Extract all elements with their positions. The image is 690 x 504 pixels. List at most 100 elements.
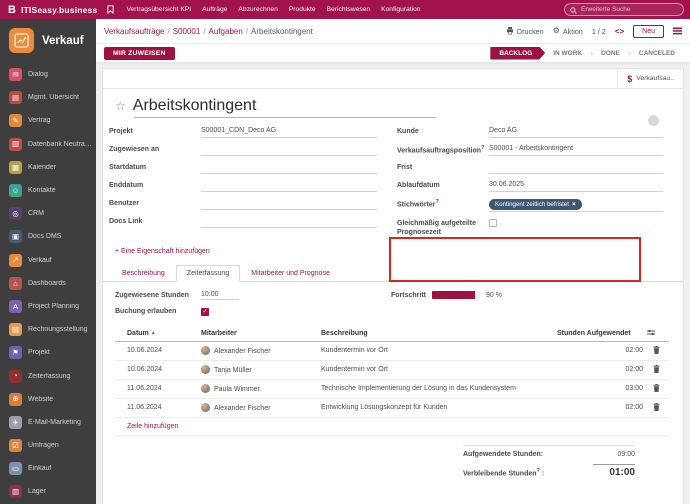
column-header-employee[interactable]: Mitarbeiter	[201, 326, 321, 342]
delete-row-button[interactable]	[647, 379, 669, 398]
stage-canceled[interactable]: CANCELED	[632, 50, 682, 57]
tag-pill[interactable]: Kontingent zeitlich befristet×	[489, 199, 582, 210]
timesheet-row[interactable]: 11.06.2024 Alexander Fischer Entwicklung…	[115, 398, 669, 417]
delete-row-button[interactable]	[647, 398, 669, 417]
tag-remove-icon[interactable]: ×	[572, 201, 576, 209]
cell-description[interactable]: Entwicklung Lösungskonzept für Kunden	[321, 398, 557, 417]
cell-employee[interactable]: Paula Wimmer	[201, 379, 321, 398]
cell-description[interactable]: Kundentermin vor Ort	[321, 360, 557, 379]
favorite-star-icon[interactable]: ☆	[115, 100, 126, 112]
field-input[interactable]	[201, 217, 377, 228]
timesheet-row[interactable]: 10.06.2024 Tanja Müller Kundentermin vor…	[115, 360, 669, 379]
cell-employee[interactable]: Alexander Fischer	[201, 341, 321, 360]
cell-date[interactable]: 11.06.2024	[115, 398, 201, 417]
sidebar-item-kontakte[interactable]: ☺ Kontakte	[0, 179, 96, 202]
sidebar-item-e-mail-marketing[interactable]: ✈ E-Mail-Marketing	[0, 411, 96, 434]
sidebar-item-datenbank-neutralisie[interactable]: ▥ Datenbank Neutralisie...	[0, 133, 96, 156]
cell-hours[interactable]: 03:00	[557, 379, 647, 398]
column-header-description[interactable]: Beschreibung	[321, 326, 557, 342]
add-property-link[interactable]: + Eine Eigenschaft hinzufügen	[103, 244, 683, 262]
field-value: S00001_CDN_Deco AG	[201, 127, 276, 134]
tab-zeiterfassung[interactable]: Zeiterfassung	[176, 265, 240, 282]
timesheet-row[interactable]: 11.06.2024 Paula Wimmer Technische Imple…	[115, 379, 669, 398]
cell-employee[interactable]: Tanja Müller	[201, 360, 321, 379]
delete-row-button[interactable]	[647, 341, 669, 360]
task-title[interactable]: Arbeitskontingent	[133, 97, 257, 115]
sale-order-smart-button[interactable]: $ Verkaufsau..	[617, 69, 683, 88]
sidebar-item-project-planning[interactable]: A Project Planning	[0, 295, 96, 318]
cell-date[interactable]: 11.06.2024	[115, 379, 201, 398]
breadcrumb-link-order[interactable]: S00001	[173, 27, 201, 36]
global-search[interactable]	[564, 3, 684, 16]
allocated-hours-input[interactable]: 10:00	[201, 291, 239, 300]
column-header-hours[interactable]: Stunden Aufgewendet	[557, 326, 647, 342]
sidebar-item-crm[interactable]: ◎ CRM	[0, 202, 96, 225]
cell-description[interactable]: Kundentermin vor Ort	[321, 341, 557, 360]
menu-konfiguration[interactable]: Konfiguration	[381, 6, 420, 13]
menu-toggle-icon[interactable]	[673, 22, 682, 40]
sidebar-item-verkauf[interactable]: ↗ Verkauf	[0, 249, 96, 272]
field-input[interactable]: S00001_CDN_Deco AG	[201, 127, 377, 138]
field-input[interactable]: Deco AG	[489, 127, 663, 138]
stage-done[interactable]: DONE	[594, 50, 627, 57]
stage-in-work[interactable]: IN WORK	[546, 50, 589, 57]
timesheet-row[interactable]: 10.06.2024 Alexander Fischer Kundentermi…	[115, 341, 669, 360]
checkbox[interactable]	[489, 219, 497, 227]
tab-beschreibung[interactable]: Beschreibung	[111, 265, 176, 282]
field-input[interactable]	[489, 163, 663, 174]
delete-row-button[interactable]	[647, 360, 669, 379]
field-input[interactable]: Kontingent zeitlich befristet×	[489, 199, 663, 212]
progress-bar	[432, 291, 480, 299]
column-header-date[interactable]: Datum▲	[115, 326, 201, 342]
cell-description[interactable]: Technische Implementierung der Lösung in…	[321, 379, 557, 398]
cell-employee[interactable]: Alexander Fischer	[201, 398, 321, 417]
field-input[interactable]	[201, 199, 377, 210]
cell-hours[interactable]: 02:00	[557, 360, 647, 379]
sidebar-item-einkauf[interactable]: ▭ Einkauf	[0, 457, 96, 480]
sidebar-item-zeiterfassung[interactable]: ◔ Zeiterfassung	[0, 364, 96, 387]
sidebar-item-dialog[interactable]: ✉ Dialog	[0, 63, 96, 86]
assign-to-me-button[interactable]: MIR ZUWEISEN	[104, 47, 175, 60]
sidebar-item-umfragen[interactable]: ☑ Umfragen	[0, 434, 96, 457]
menu-berichtswesen[interactable]: Berichtswesen	[327, 6, 371, 13]
field-input[interactable]	[201, 145, 377, 156]
sidebar-item-projekt[interactable]: ⚑ Projekt	[0, 341, 96, 364]
bookmark-icon[interactable]	[107, 5, 114, 14]
cell-date[interactable]: 10.06.2024	[115, 360, 201, 379]
allow-booking-checkbox[interactable]: ✓	[201, 308, 209, 316]
field-input[interactable]: S00001 - Arbeitskontingent	[489, 145, 663, 156]
stage-backlog[interactable]: BACKLOG	[490, 47, 545, 60]
field-input[interactable]: 30.06.2025	[489, 181, 663, 192]
field-label: Startdatum?	[109, 163, 201, 172]
cell-hours[interactable]: 02:00	[557, 398, 647, 417]
menu-abzurechnen[interactable]: Abzurechnen	[238, 6, 277, 13]
field-input[interactable]	[489, 219, 663, 230]
sidebar-item-lager[interactable]: ▥ Lager	[0, 480, 96, 503]
field-input[interactable]	[201, 181, 377, 192]
sidebar-item-kalender[interactable]: ▦ Kalender	[0, 156, 96, 179]
cell-hours[interactable]: 02:00	[557, 341, 647, 360]
sidebar-item-vertrag[interactable]: ✎ Vertrag	[0, 109, 96, 132]
pager-next-icon[interactable]: >	[619, 27, 624, 36]
new-button[interactable]: Neu	[633, 25, 664, 38]
sidebar-item-mgmt-bersicht[interactable]: ▤ Mgmt. Übersicht	[0, 86, 96, 109]
print-button[interactable]: Drucken	[506, 27, 544, 36]
topbar-menu: Vertragsübersicht KPI Aufträge Abzurechnen…	[126, 6, 420, 13]
field-input[interactable]	[201, 163, 377, 174]
menu-vertrags-bersicht-kpi[interactable]: Vertragsübersicht KPI	[126, 6, 191, 13]
add-line-link[interactable]: Zeile hinzufügen	[115, 418, 669, 436]
sidebar-app-header[interactable]: Verkauf	[0, 19, 96, 55]
cell-date[interactable]: 10.06.2024	[115, 341, 201, 360]
sidebar-item-docs-dms[interactable]: ▣ Docs DMS	[0, 225, 96, 248]
sidebar-item-website[interactable]: ⊕ Website	[0, 388, 96, 411]
optional-columns-icon[interactable]	[647, 326, 669, 342]
sidebar-item-dashboards[interactable]: ⌂ Dashboards	[0, 272, 96, 295]
menu-auftr-ge[interactable]: Aufträge	[202, 6, 227, 13]
breadcrumb-link-sale-orders[interactable]: Verkaufsaufträge	[104, 27, 164, 36]
search-input[interactable]	[581, 6, 678, 13]
sidebar-item-rechnungsstellung[interactable]: ▤ Rechnungsstellung	[0, 318, 96, 341]
action-menu-button[interactable]: ⚙ Aktion	[553, 27, 583, 36]
breadcrumb-link-tasks[interactable]: Aufgaben	[209, 27, 243, 36]
tab-mitarbeiter-und-prognose[interactable]: Mitarbeiter und Prognose	[240, 265, 341, 282]
menu-produkte[interactable]: Produkte	[289, 6, 316, 13]
